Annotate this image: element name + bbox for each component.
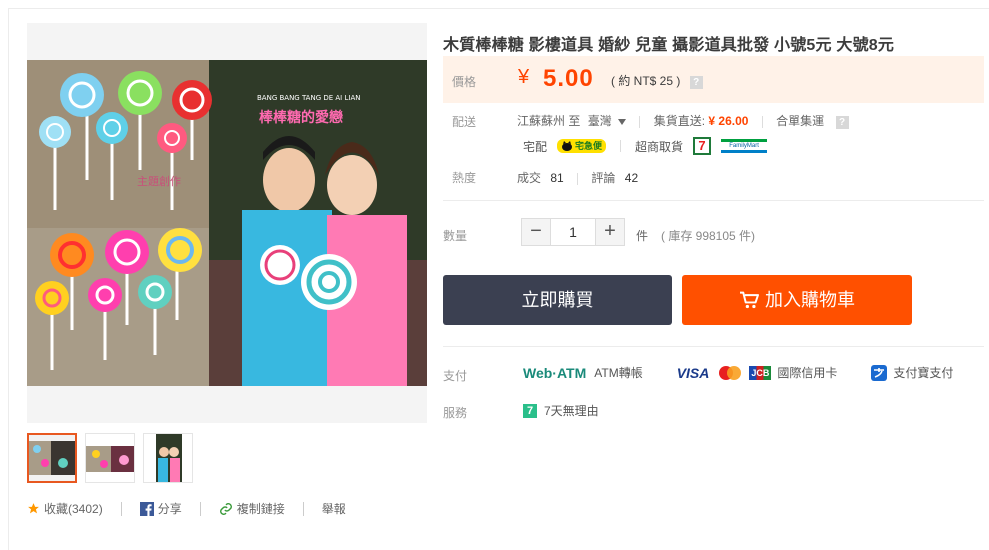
quantity-stepper: − + bbox=[521, 218, 625, 246]
divider bbox=[199, 501, 201, 516]
product-title: 木質棒棒糖 影樓道具 婚紗 兒童 攝影道具批發 小號5元 大號8元 bbox=[443, 37, 895, 54]
quantity-unit: 件 bbox=[636, 229, 649, 243]
thumbnail-3[interactable] bbox=[143, 433, 193, 483]
main-product-photo: BANG BANG TANG DE AI LIAN 棒棒糖的愛戀 主題創作 bbox=[27, 60, 427, 386]
heat-stats: 成交 81 評論 42 bbox=[517, 169, 638, 186]
add-to-cart-button[interactable]: 加入購物車 bbox=[682, 275, 912, 325]
payment-label: 支付 bbox=[443, 369, 468, 383]
combine-ship: 合單集運 bbox=[776, 114, 825, 128]
share-button[interactable]: 分享 bbox=[139, 500, 182, 517]
thumbnail-strip bbox=[27, 433, 193, 483]
kuroneko-logo: 宅急便 bbox=[557, 139, 607, 153]
thumbnail-2[interactable] bbox=[85, 433, 135, 483]
price-label: 價格 bbox=[452, 75, 477, 89]
divider bbox=[443, 346, 984, 347]
cart-icon bbox=[740, 291, 759, 309]
shipping-route: 江蘇蘇州 至 bbox=[517, 114, 581, 128]
shipping-help-icon[interactable]: ? bbox=[835, 116, 849, 129]
divider bbox=[120, 501, 122, 516]
link-icon bbox=[219, 502, 232, 515]
quantity-minus-button[interactable]: − bbox=[522, 219, 550, 245]
share-label: 分享 bbox=[157, 502, 182, 516]
copy-link-button[interactable]: 複制鏈接 bbox=[219, 500, 285, 517]
star-icon bbox=[28, 503, 39, 514]
direct-ship-label: 集貨直送: bbox=[653, 114, 706, 128]
favorite-label: 收藏(3402) bbox=[44, 502, 103, 516]
facebook-icon bbox=[139, 501, 154, 516]
photo-banner-text: BANG BANG TANG DE AI LIAN bbox=[257, 94, 360, 102]
divider bbox=[639, 115, 641, 128]
sales-count: 81 bbox=[550, 171, 564, 185]
price-ntd-text: ( 約 NT$ 25 ) bbox=[611, 74, 681, 88]
photo-caption: 棒棒糖的愛戀 bbox=[259, 109, 343, 126]
intl-card-label: 國際信用卡 bbox=[777, 366, 838, 380]
shipping-line: 江蘇蘇州 至 臺灣 集貨直送: ¥ 26.00 合單集運 ? bbox=[517, 112, 849, 129]
sales-label: 成交 bbox=[517, 171, 542, 185]
visa-logo: VISA bbox=[676, 364, 710, 381]
reviews-label: 評論 bbox=[591, 171, 616, 185]
price-ntd: ( 約 NT$ 25 ) ? bbox=[611, 72, 703, 89]
divider bbox=[577, 172, 579, 185]
seven-day-return-label: 7天無理由 bbox=[544, 404, 599, 418]
favorite-button[interactable]: 收藏(3402) bbox=[27, 500, 103, 517]
currency-symbol: ¥ bbox=[518, 66, 530, 88]
price-panel: 價格 ¥ 5.00 ( 約 NT$ 25 ) ? bbox=[443, 56, 984, 103]
familymart-logo: FamilyMart bbox=[721, 139, 768, 153]
direct-ship-price: ¥ 26.00 bbox=[708, 114, 749, 128]
webatm-logo: Web·ATM bbox=[523, 364, 587, 381]
divider bbox=[302, 501, 304, 516]
reviews-count: 42 bbox=[624, 171, 639, 185]
jcb-logo: JCB bbox=[749, 365, 772, 380]
alipay-icon bbox=[871, 364, 888, 381]
divider bbox=[620, 140, 622, 152]
destination-select[interactable]: 臺灣 bbox=[588, 114, 630, 128]
price-help-icon[interactable]: ? bbox=[689, 76, 703, 89]
service-label: 服務 bbox=[443, 406, 468, 420]
divider bbox=[761, 115, 763, 128]
report-label: 舉報 bbox=[321, 502, 346, 516]
quantity-plus-button[interactable]: + bbox=[596, 219, 624, 245]
heat-label: 熱度 bbox=[452, 171, 477, 185]
seven-day-badge-icon: 7 bbox=[523, 403, 537, 418]
service-info: 7 7天無理由 bbox=[523, 402, 599, 419]
shipping-label: 配送 bbox=[452, 115, 477, 129]
convenience-store-label: 超商取貨 bbox=[635, 139, 684, 154]
alipay-label: 支付寶支付 bbox=[893, 366, 954, 380]
add-to-cart-label: 加入購物車 bbox=[765, 290, 855, 310]
social-actions: 收藏(3402) 分享 複制鏈接 舉報 bbox=[27, 500, 346, 517]
kuroneko-text: 宅急便 bbox=[575, 141, 603, 151]
delivery-methods: 宅配 宅急便 超商取貨 7 FamilyMart bbox=[523, 137, 768, 155]
destination-value: 臺灣 bbox=[587, 114, 612, 128]
main-image-viewer[interactable]: BANG BANG TANG DE AI LIAN 棒棒糖的愛戀 主題創作 bbox=[27, 23, 427, 423]
chevron-down-icon bbox=[618, 118, 627, 125]
copy-link-label: 複制鏈接 bbox=[236, 502, 285, 516]
black-cat-icon bbox=[562, 141, 573, 151]
payment-methods: Web·ATM ATM轉帳 VISA JCB 國際信用卡 支付寶支付 bbox=[523, 364, 953, 381]
quantity-input[interactable] bbox=[550, 219, 596, 245]
photo-watermark: 主題創作 bbox=[137, 174, 181, 188]
stock-info: ( 庫存 998105 件) bbox=[661, 229, 756, 243]
seven-eleven-logo: 7 bbox=[693, 137, 712, 155]
atm-transfer-label: ATM轉帳 bbox=[594, 366, 643, 380]
divider bbox=[443, 200, 984, 201]
thumbnail-1[interactable] bbox=[27, 433, 77, 483]
report-button[interactable]: 舉報 bbox=[322, 500, 346, 517]
home-delivery-label: 宅配 bbox=[523, 139, 548, 154]
price-value: 5.00 bbox=[543, 65, 594, 92]
quantity-label: 數量 bbox=[443, 229, 468, 243]
mastercard-icon bbox=[719, 365, 742, 380]
buy-now-button[interactable]: 立即購買 bbox=[443, 275, 672, 325]
